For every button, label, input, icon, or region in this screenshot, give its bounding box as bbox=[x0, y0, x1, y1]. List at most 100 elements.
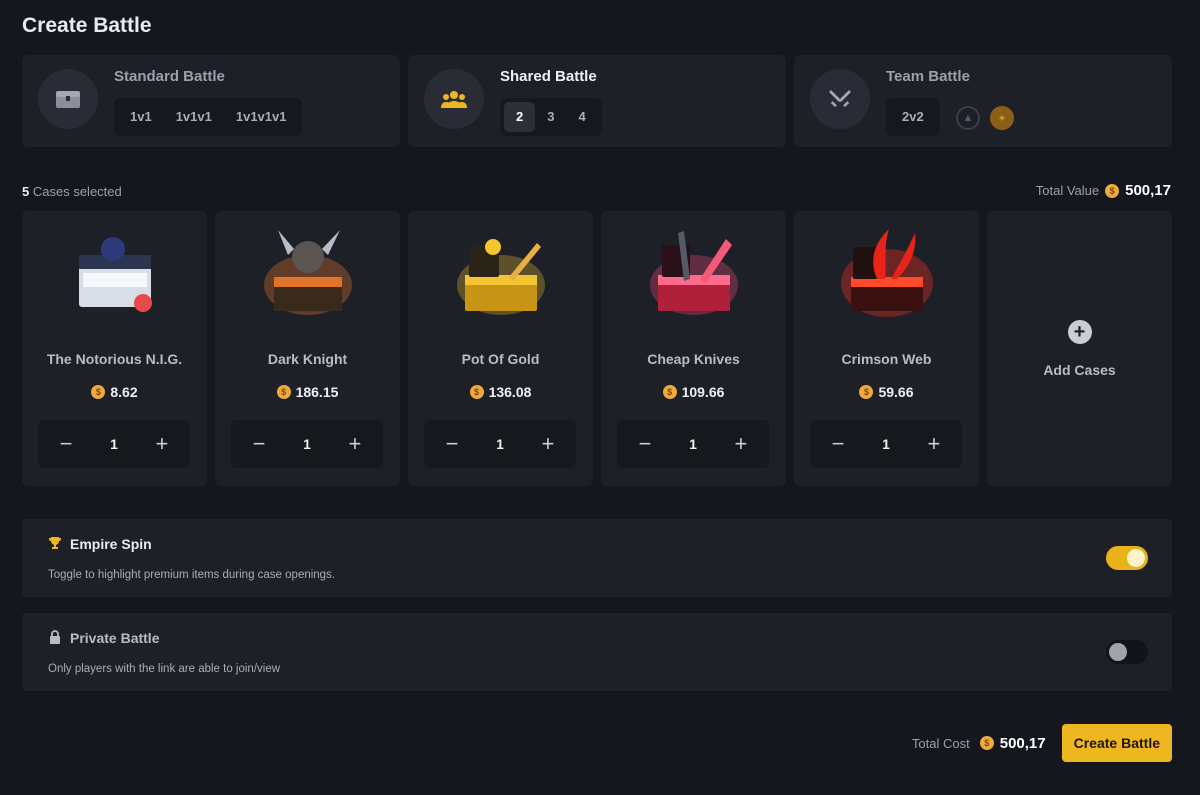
trophy-icon bbox=[48, 535, 62, 551]
total-value-amount: 500,17 bbox=[1125, 182, 1171, 199]
case-list: The Notorious N.I.G. 8.62 − 1 + Dark Kni… bbox=[22, 211, 1172, 486]
private-battle-toggle[interactable] bbox=[1106, 640, 1148, 664]
group-icon bbox=[424, 69, 484, 129]
quantity-stepper: − 1 + bbox=[38, 420, 190, 468]
add-cases-button[interactable]: + Add Cases bbox=[987, 211, 1172, 486]
increase-button[interactable]: + bbox=[345, 433, 365, 455]
shared-battle-card[interactable]: Shared Battle 2 3 4 bbox=[408, 55, 786, 147]
case-name: Crimson Web bbox=[841, 351, 932, 367]
chest-icon bbox=[38, 69, 98, 129]
coin-icon bbox=[91, 385, 106, 399]
option-3[interactable]: 3 bbox=[535, 102, 566, 132]
case-price-value: 8.62 bbox=[110, 384, 138, 400]
total-cost-value: 500,17 bbox=[999, 734, 1046, 752]
case-name: The Notorious N.I.G. bbox=[46, 351, 183, 367]
case-card[interactable]: Dark Knight 186.15 − 1 + bbox=[215, 211, 400, 486]
total-cost: 500,17 bbox=[979, 734, 1046, 752]
decrease-button[interactable]: − bbox=[828, 433, 848, 455]
team-icons: ▲ ✦ bbox=[956, 106, 1014, 130]
case-card[interactable]: The Notorious N.I.G. 8.62 − 1 + bbox=[22, 211, 207, 486]
quantity-stepper: − 1 + bbox=[231, 420, 383, 468]
increase-button[interactable]: + bbox=[731, 433, 751, 455]
total-cost-label: Total Cost bbox=[911, 735, 970, 751]
lock-icon bbox=[48, 629, 62, 645]
team-battle-card[interactable]: Team Battle 2v2 ▲ ✦ bbox=[794, 55, 1172, 147]
case-price: 8.62 bbox=[22, 384, 207, 400]
option-2v2[interactable]: 2v2 bbox=[890, 102, 936, 132]
empire-spin-description: Toggle to highlight premium items during… bbox=[48, 569, 336, 581]
case-card[interactable]: Cheap Knives 109.66 − 1 + bbox=[601, 211, 786, 486]
quantity-value: 1 bbox=[496, 436, 504, 452]
option-1v1v1v1[interactable]: 1v1v1v1 bbox=[224, 102, 299, 132]
quantity-value: 1 bbox=[110, 436, 118, 452]
case-price: 109.66 bbox=[601, 384, 786, 400]
total-value: Total Value 500,17 bbox=[1036, 182, 1171, 199]
quantity-value: 1 bbox=[882, 436, 890, 452]
quantity-stepper: − 1 + bbox=[424, 420, 576, 468]
quantity-stepper: − 1 + bbox=[810, 420, 962, 468]
coin-icon bbox=[1105, 183, 1120, 198]
empire-spin-panel: Empire Spin Toggle to highlight premium … bbox=[22, 519, 1172, 597]
selected-count-label: Cases selected bbox=[32, 184, 122, 199]
quantity-value: 1 bbox=[689, 436, 697, 452]
private-battle-title: Private Battle bbox=[70, 630, 160, 646]
decrease-button[interactable]: − bbox=[249, 433, 269, 455]
selected-count-value: 5 bbox=[22, 184, 30, 199]
option-1v1v1[interactable]: 1v1v1 bbox=[164, 102, 224, 132]
coin-icon bbox=[662, 385, 677, 399]
case-box-icon bbox=[263, 230, 352, 315]
toggle-knob bbox=[1127, 549, 1145, 567]
coin-icon bbox=[469, 385, 484, 399]
case-price-value: 186.15 bbox=[295, 384, 339, 400]
decrease-button[interactable]: − bbox=[56, 433, 76, 455]
case-box-icon bbox=[456, 239, 545, 315]
quantity-stepper: − 1 + bbox=[617, 420, 769, 468]
team-a-icon: ▲ bbox=[956, 106, 980, 130]
battle-mode-selector: Standard Battle 1v1 1v1v1 1v1v1v1 Shared… bbox=[22, 55, 1172, 147]
case-price-value: 59.66 bbox=[878, 384, 914, 400]
toggle-knob bbox=[1109, 643, 1127, 661]
coin-icon bbox=[859, 385, 874, 399]
mode-title: Team Battle bbox=[886, 68, 970, 85]
total-value-label: Total Value bbox=[1035, 183, 1100, 198]
mode-title: Standard Battle bbox=[114, 68, 225, 85]
quantity-value: 1 bbox=[303, 436, 311, 452]
create-battle-button[interactable]: Create Battle bbox=[1061, 724, 1172, 762]
case-card[interactable]: Crimson Web 59.66 − 1 + bbox=[794, 211, 979, 486]
footer: Total Cost 500,17 Create Battle bbox=[912, 724, 1172, 762]
case-price: 136.08 bbox=[408, 384, 593, 400]
case-name: Cheap Knives bbox=[647, 351, 740, 367]
private-battle-description: Only players with the link are able to j… bbox=[48, 663, 281, 675]
empire-spin-title: Empire Spin bbox=[70, 536, 152, 552]
coin-icon bbox=[979, 736, 994, 750]
add-cases-label: Add Cases bbox=[1043, 361, 1116, 378]
coin-icon bbox=[276, 385, 291, 399]
standard-options: 1v1 1v1v1 1v1v1v1 bbox=[114, 98, 303, 136]
team-b-icon: ✦ bbox=[990, 106, 1014, 130]
case-price-value: 136.08 bbox=[488, 384, 532, 400]
decrease-button[interactable]: − bbox=[635, 433, 655, 455]
option-2[interactable]: 2 bbox=[504, 102, 536, 132]
case-price-value: 109.66 bbox=[681, 384, 725, 400]
case-price: 186.15 bbox=[215, 384, 400, 400]
option-1v1[interactable]: 1v1 bbox=[118, 102, 164, 132]
team-options: 2v2 bbox=[886, 98, 940, 136]
case-card[interactable]: Pot Of Gold 136.08 − 1 + bbox=[408, 211, 593, 486]
case-name: Pot Of Gold bbox=[461, 351, 540, 367]
increase-button[interactable]: + bbox=[924, 433, 944, 455]
mode-title: Shared Battle bbox=[500, 68, 597, 85]
increase-button[interactable]: + bbox=[152, 433, 172, 455]
private-battle-panel: Private Battle Only players with the lin… bbox=[22, 613, 1172, 691]
standard-battle-card[interactable]: Standard Battle 1v1 1v1v1 1v1v1v1 bbox=[22, 55, 400, 147]
increase-button[interactable]: + bbox=[538, 433, 558, 455]
case-box-icon bbox=[78, 237, 152, 312]
crossed-swords-icon bbox=[810, 69, 870, 129]
shared-options: 2 3 4 bbox=[500, 98, 602, 136]
case-name: Dark Knight bbox=[267, 351, 348, 367]
page-title: Create Battle bbox=[22, 14, 152, 37]
plus-icon: + bbox=[1067, 319, 1092, 344]
option-4[interactable]: 4 bbox=[566, 102, 597, 132]
case-box-icon bbox=[649, 231, 738, 315]
decrease-button[interactable]: − bbox=[442, 433, 462, 455]
empire-spin-toggle[interactable] bbox=[1106, 546, 1148, 570]
